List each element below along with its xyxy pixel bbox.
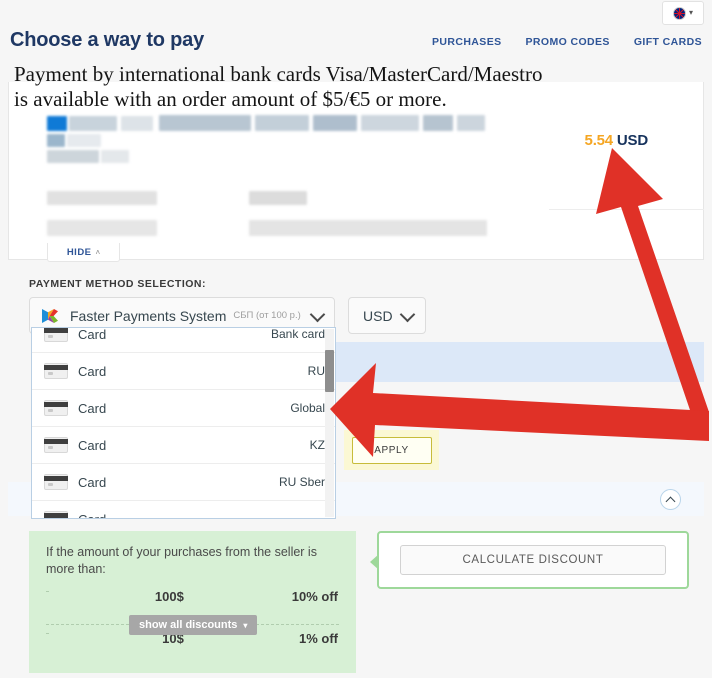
- calculate-discount-callout: CALCULATE DISCOUNT: [370, 531, 689, 589]
- dropdown-option-partial[interactable]: Card: [32, 501, 335, 519]
- price-currency: USD: [616, 132, 648, 149]
- credit-card-icon: [44, 363, 68, 379]
- credit-card-icon: [44, 328, 68, 342]
- dropdown-option-tag: RU Sber: [278, 475, 325, 489]
- discount-row: 100$ 10% off: [46, 589, 339, 604]
- apply-button[interactable]: APPLY: [351, 436, 432, 464]
- dropdown-option-ru-sber[interactable]: Card RU Sber: [32, 464, 335, 501]
- payment-method-label: PAYMENT METHOD SELECTION:: [29, 278, 207, 290]
- order-summary-card: 5.54 USD: [8, 82, 704, 260]
- calculate-discount-button[interactable]: CALCULATE DISCOUNT: [400, 545, 666, 575]
- dropdown-option-tag: Global: [290, 401, 325, 415]
- chevron-up-icon: ˄: [95, 247, 101, 257]
- dropdown-option-tag: RU: [307, 364, 325, 378]
- credit-card-icon: [44, 511, 68, 518]
- nav-link-purchases[interactable]: PURCHASES: [432, 36, 502, 48]
- dropdown-option-tag: KZ: [309, 438, 325, 452]
- discounts-intro-text: If the amount of your purchases from the…: [46, 545, 317, 576]
- currency-select-value: USD: [363, 307, 393, 324]
- page-title: Choose a way to pay: [10, 29, 205, 51]
- dropdown-option-label: Card: [78, 437, 107, 453]
- credit-card-icon: [44, 474, 68, 490]
- chevron-down-icon: [399, 306, 416, 323]
- dropdown-option-label: Card: [78, 363, 107, 379]
- show-all-discounts-button[interactable]: show all discounts ▾: [129, 615, 258, 635]
- payment-method-note: СБП (от 100 р.): [233, 310, 301, 321]
- price-amount: 5.54: [584, 132, 614, 149]
- currency-select[interactable]: USD: [348, 297, 426, 334]
- show-all-discounts-label: show all discounts: [139, 619, 238, 631]
- nav-link-promo-codes[interactable]: PROMO CODES: [526, 36, 610, 48]
- payment-method-dropdown[interactable]: Card Bank card Card RU Card Global Card …: [31, 327, 336, 519]
- language-bar: ▾: [0, 0, 712, 26]
- hide-details-tab[interactable]: HIDE ˄: [47, 243, 120, 262]
- uk-flag-icon: [672, 6, 686, 20]
- dropdown-option-label: Card: [78, 400, 107, 416]
- hide-tab-label: HIDE: [66, 246, 92, 258]
- discount-value: 10% off: [290, 589, 339, 604]
- dotted-leader: [46, 591, 48, 592]
- payment-page: ▾ Choose a way to pay PURCHASES PROMO CO…: [0, 0, 712, 678]
- dropdown-scrollbar-thumb[interactable]: [325, 350, 334, 392]
- chevron-down-icon: ▾: [688, 8, 693, 17]
- dotted-leader: [46, 633, 48, 634]
- header-nav: PURCHASES PROMO CODES GIFT CARDS: [432, 36, 702, 48]
- divider: [549, 209, 704, 210]
- credit-card-icon: [44, 400, 68, 416]
- discount-value: 1% off: [297, 631, 339, 646]
- dropdown-option-label: Card: [78, 474, 107, 490]
- dropdown-option-kz[interactable]: Card KZ: [32, 427, 335, 464]
- dropdown-option-ru[interactable]: Card RU: [32, 353, 335, 390]
- order-total-price: 5.54 USD: [584, 132, 649, 149]
- chevron-up-icon: [665, 496, 676, 506]
- dropdown-option-label: Card: [78, 511, 107, 519]
- sbp-logo-icon: [40, 306, 60, 326]
- chevron-down-icon: [309, 306, 326, 323]
- dropdown-option-global[interactable]: Card Global: [32, 390, 335, 427]
- credit-card-icon: [44, 437, 68, 453]
- apply-promo-highlight: APPLY: [344, 430, 439, 470]
- collapse-section-button[interactable]: [660, 489, 681, 510]
- dropdown-option-tag: Bank card: [270, 327, 325, 341]
- chevron-down-icon: ▾: [243, 620, 248, 630]
- page-header: Choose a way to pay PURCHASES PROMO CODE…: [0, 26, 712, 60]
- dropdown-option-bank-card[interactable]: Card Bank card: [32, 327, 335, 353]
- discount-threshold: 100$: [153, 589, 185, 604]
- promo-code-field-highlight: [336, 342, 704, 382]
- payment-method-name: Faster Payments System: [70, 307, 227, 324]
- language-switcher[interactable]: ▾: [662, 1, 704, 25]
- seller-discounts-panel: If the amount of your purchases from the…: [29, 531, 356, 673]
- dropdown-option-label: Card: [78, 327, 107, 342]
- nav-link-gift-cards[interactable]: GIFT CARDS: [634, 36, 702, 48]
